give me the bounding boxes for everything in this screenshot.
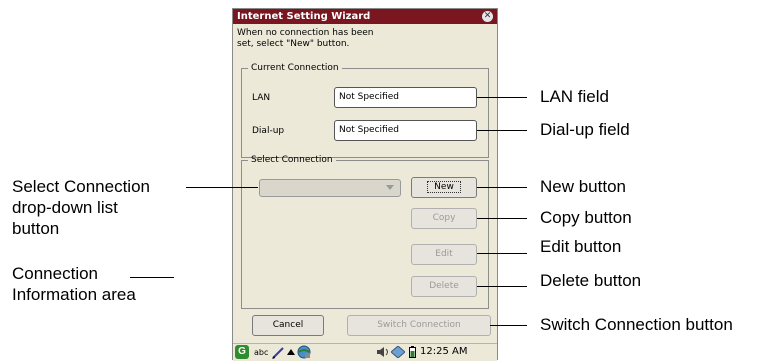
edit-button-leader [477, 253, 527, 254]
copy-button-callout: Copy button [540, 208, 632, 227]
copy-button[interactable]: Copy [411, 208, 477, 229]
info-callout-line-2: Information area [12, 285, 136, 304]
lan-field-callout: LAN field [540, 87, 609, 106]
lan-field[interactable]: Not Specified [334, 87, 477, 108]
copy-button-label: Copy [432, 213, 456, 223]
title-bar: Internet Setting Wizard ✕ [233, 9, 497, 24]
cancel-button[interactable]: Cancel [252, 315, 324, 336]
pen-icon[interactable] [271, 346, 285, 359]
edit-button-label: Edit [435, 249, 453, 259]
switch-button-leader [490, 325, 527, 326]
intro-text: When no connection has been set, select … [237, 28, 407, 50]
clock: 12:25 AM [420, 346, 468, 357]
lan-label: LAN [252, 93, 271, 103]
select-callout-line-2: drop-down list [12, 198, 118, 217]
dialup-field-leader [477, 130, 527, 131]
delete-button-leader [477, 286, 527, 287]
switch-connection-button[interactable]: Switch Connection [347, 315, 491, 336]
start-icon[interactable]: G [235, 345, 249, 359]
wizard-window: Internet Setting Wizard ✕ When no connec… [232, 8, 498, 361]
delete-button-label: Delete [429, 281, 459, 291]
switch-button-callout: Switch Connection button [540, 315, 733, 334]
current-connection-group: Current Connection [241, 63, 489, 158]
battery-icon[interactable] [409, 346, 416, 358]
info-callout-line-1: Connection [12, 264, 99, 283]
delete-button[interactable]: Delete [411, 276, 477, 297]
intro-line-2: set, select "New" button. [237, 39, 350, 49]
info-area-leader [130, 277, 174, 278]
cancel-button-label: Cancel [272, 320, 304, 330]
caret-up-icon[interactable] [287, 348, 295, 356]
window-title: Internet Setting Wizard [237, 11, 371, 22]
lan-field-leader [477, 97, 527, 98]
select-connection-dropdown[interactable] [259, 179, 401, 197]
select-callout-line-3: button [12, 219, 60, 238]
dialup-field[interactable]: Not Specified [334, 120, 477, 141]
new-button-leader [477, 187, 527, 188]
edit-button-callout: Edit button [540, 237, 622, 256]
speaker-icon[interactable] [376, 346, 390, 358]
select-connection-leader [186, 187, 258, 188]
intro-line-1: When no connection has been [237, 28, 374, 38]
dialup-field-callout: Dial-up field [540, 120, 630, 139]
select-connection-callout: Select Connection drop-down list button [12, 176, 150, 239]
network-icon[interactable] [297, 345, 312, 359]
select-callout-line-1: Select Connection [12, 177, 150, 196]
switch-connection-label: Switch Connection [377, 320, 461, 330]
dialup-label: Dial-up [252, 126, 285, 136]
copy-button-leader [477, 218, 527, 219]
current-connection-legend: Current Connection [251, 63, 339, 73]
connection-icon[interactable] [391, 346, 405, 358]
new-button-callout: New button [540, 177, 626, 196]
edit-button[interactable]: Edit [411, 244, 477, 265]
select-connection-legend: Select Connection [251, 155, 333, 165]
connection-info-area [251, 205, 401, 303]
new-button-label: New [427, 181, 461, 193]
chevron-down-icon [386, 185, 394, 190]
close-icon[interactable]: ✕ [482, 11, 493, 22]
delete-button-callout: Delete button [540, 271, 642, 290]
info-area-callout: Connection Information area [12, 263, 136, 305]
new-button[interactable]: New [411, 177, 477, 198]
taskbar: G abc 12:25 AM [233, 343, 497, 361]
ime-indicator[interactable]: abc [254, 348, 268, 357]
